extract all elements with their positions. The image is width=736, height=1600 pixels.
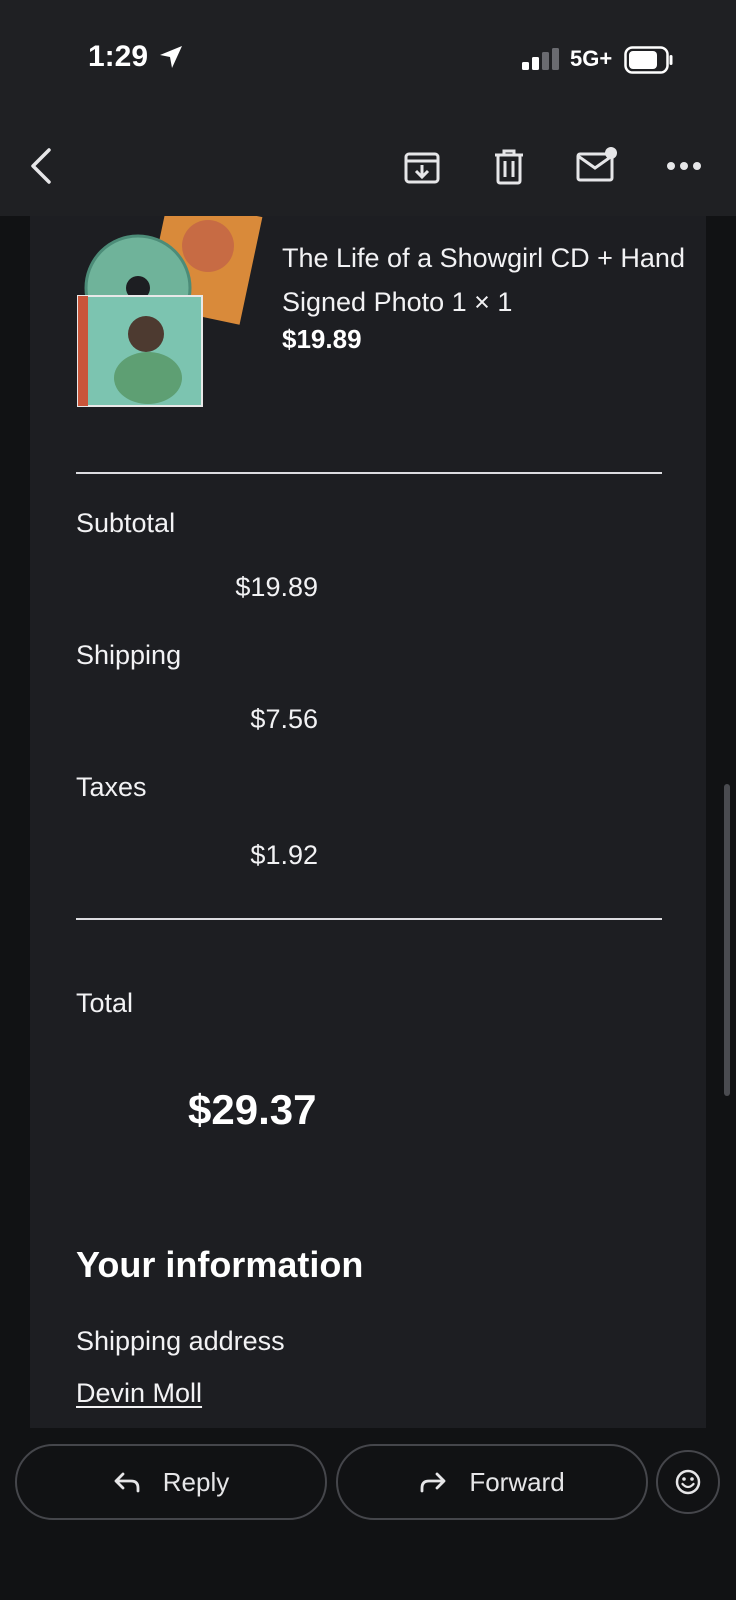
network-type: 5G+ <box>570 46 613 71</box>
delete-button[interactable] <box>485 142 533 190</box>
product-price: $19.89 <box>282 324 362 354</box>
scrollbar[interactable] <box>724 784 730 1096</box>
emoji-reaction-button[interactable] <box>656 1450 720 1514</box>
forward-button[interactable]: Forward <box>336 1444 648 1520</box>
subtotal-value: $19.89 <box>235 572 318 602</box>
battery-icon <box>624 46 673 74</box>
reply-button[interactable]: Reply <box>15 1444 327 1520</box>
back-button[interactable] <box>18 142 66 190</box>
reply-icon <box>114 1472 140 1493</box>
status-bar: 1:29 5G+ <box>0 0 736 120</box>
more-icon <box>667 162 701 170</box>
recipient-name-link[interactable]: Devin Moll <box>76 1378 202 1409</box>
total-label: Total <box>76 988 134 1018</box>
product-image[interactable] <box>76 216 266 416</box>
trash-icon <box>495 149 523 185</box>
mark-unread-icon <box>576 147 617 182</box>
email-body: The Life of a Showgirl CD + Hand Signed … <box>30 216 706 1428</box>
archive-button[interactable] <box>398 142 446 190</box>
more-button[interactable] <box>660 142 708 190</box>
total-value: $29.37 <box>188 1086 317 1133</box>
shipping-label: Shipping <box>76 640 182 670</box>
back-icon <box>31 148 51 184</box>
product-name: The Life of a Showgirl CD + Hand Signed … <box>282 243 685 317</box>
archive-icon <box>404 152 440 184</box>
taxes-value: $1.92 <box>250 840 318 870</box>
clock: 1:29 <box>88 40 149 73</box>
signal-icon <box>522 48 559 70</box>
forward-icon <box>420 1472 446 1493</box>
divider <box>76 918 662 920</box>
your-information-heading: Your information <box>76 1244 364 1285</box>
subtotal-label: Subtotal <box>76 508 176 538</box>
shipping-address-label: Shipping address <box>76 1326 285 1356</box>
taxes-label: Taxes <box>76 772 147 802</box>
forward-label: Forward <box>469 1466 565 1497</box>
email-toolbar <box>0 120 736 216</box>
action-bar: Reply Forward <box>0 1428 736 1600</box>
mark-unread-button[interactable] <box>573 142 621 190</box>
location-arrow-icon <box>160 46 182 68</box>
shipping-value: $7.56 <box>250 704 318 734</box>
reply-label: Reply <box>162 1466 230 1497</box>
smiley-icon <box>675 1469 701 1495</box>
divider <box>76 472 662 474</box>
